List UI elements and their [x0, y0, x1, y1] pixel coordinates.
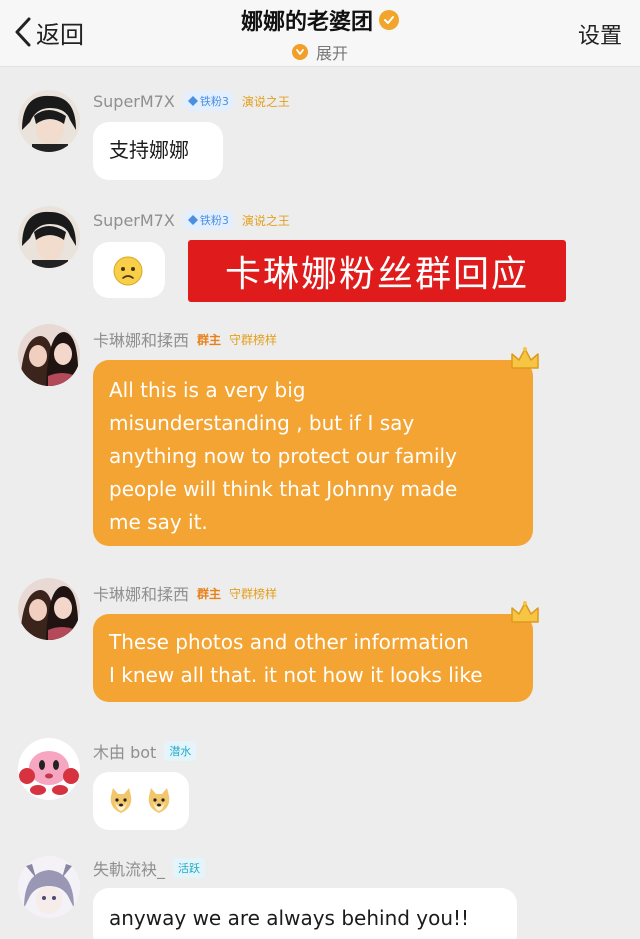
sender-row: 木由 bot 潜水 [93, 739, 197, 763]
sender-row: 卡琳娜和揉西 群主 守群榜样 [93, 582, 277, 604]
sender-name[interactable]: 木由 bot [93, 739, 156, 763]
sender-name[interactable]: 卡琳娜和揉西 [93, 581, 189, 605]
group-title: 娜娜的老婆团 [240, 10, 373, 35]
diamond-icon [187, 96, 198, 106]
message-bubble[interactable] [93, 772, 189, 830]
activity-badge: 活跃 [173, 858, 206, 878]
message-bubble[interactable] [93, 242, 165, 298]
message-text: 支持娜娜 [109, 138, 189, 162]
settings-button[interactable]: 设置 [578, 18, 622, 50]
chat-screen: 返回 娜娜的老婆团 展开 设置 SuperM7X 铁粉3 演说之王 支持娜娜 S… [0, 0, 640, 939]
avatar[interactable] [18, 578, 80, 640]
avatar[interactable] [18, 324, 80, 386]
worried-face-emoji-icon [113, 256, 143, 286]
crown-icon [511, 601, 539, 623]
title-area: 娜娜的老婆团 展开 [0, 4, 640, 64]
message-text-line: All this is a very big [109, 378, 306, 402]
avatar[interactable] [18, 738, 80, 800]
expand-chevron-icon [291, 44, 308, 60]
message-text-line: I knew all that. it not how it looks lik… [109, 663, 483, 687]
avatar[interactable] [18, 206, 80, 268]
owner-badge: 群主 [197, 586, 222, 601]
sender-name[interactable]: SuperM7X [93, 211, 175, 230]
title-badge: 演说之王 [241, 94, 290, 109]
message-text-line: misunderstanding , but if I say [109, 411, 415, 435]
sender-name[interactable]: 失軌流袂_ [93, 856, 165, 880]
fan-level-badge: 铁粉3 [182, 91, 234, 111]
expand-label: 展开 [315, 44, 348, 63]
message-bubble[interactable]: All this is a very big misunderstanding … [93, 360, 533, 546]
avatar[interactable] [18, 90, 80, 152]
owner-badge: 群主 [197, 332, 222, 347]
doge-sticker-icon [110, 788, 132, 813]
sender-row: SuperM7X 铁粉3 演说之王 [93, 209, 290, 231]
sender-name[interactable]: 卡琳娜和揉西 [93, 327, 189, 351]
expand-button[interactable]: 展开 [291, 40, 348, 64]
message-bubble[interactable]: These photos and other information I kne… [93, 614, 533, 702]
message-text-line: These photos and other information [109, 630, 469, 654]
message-bubble[interactable]: 支持娜娜 [93, 122, 223, 180]
sender-row: 失軌流袂_ 活跃 [93, 856, 206, 880]
title-badge: 守群榜样 [229, 586, 278, 601]
message-text-line: anything now to protect our family [109, 444, 457, 468]
crown-icon [511, 347, 539, 369]
message-text-line: people will think that Johnny made [109, 477, 458, 501]
doge-sticker-icon [148, 788, 170, 813]
activity-badge: 潜水 [164, 741, 197, 761]
title-badge: 演说之王 [241, 213, 290, 228]
message-text-line: me say it. [109, 510, 208, 534]
sender-row: 卡琳娜和揉西 群主 守群榜样 [93, 328, 277, 350]
sender-row: SuperM7X 铁粉3 演说之王 [93, 90, 290, 112]
fan-level-badge: 铁粉3 [182, 210, 234, 230]
caption-banner: 卡琳娜粉丝群回应 [188, 240, 566, 302]
avatar[interactable] [18, 856, 80, 918]
diamond-icon [187, 215, 198, 225]
sender-name[interactable]: SuperM7X [93, 92, 175, 111]
message-bubble[interactable]: anyway we are always behind you!! [93, 888, 517, 939]
top-bar: 返回 娜娜的老婆团 展开 设置 [0, 0, 640, 67]
message-text: anyway we are always behind you!! [109, 906, 470, 930]
title-badge: 守群榜样 [229, 332, 278, 347]
verified-icon [379, 10, 399, 30]
